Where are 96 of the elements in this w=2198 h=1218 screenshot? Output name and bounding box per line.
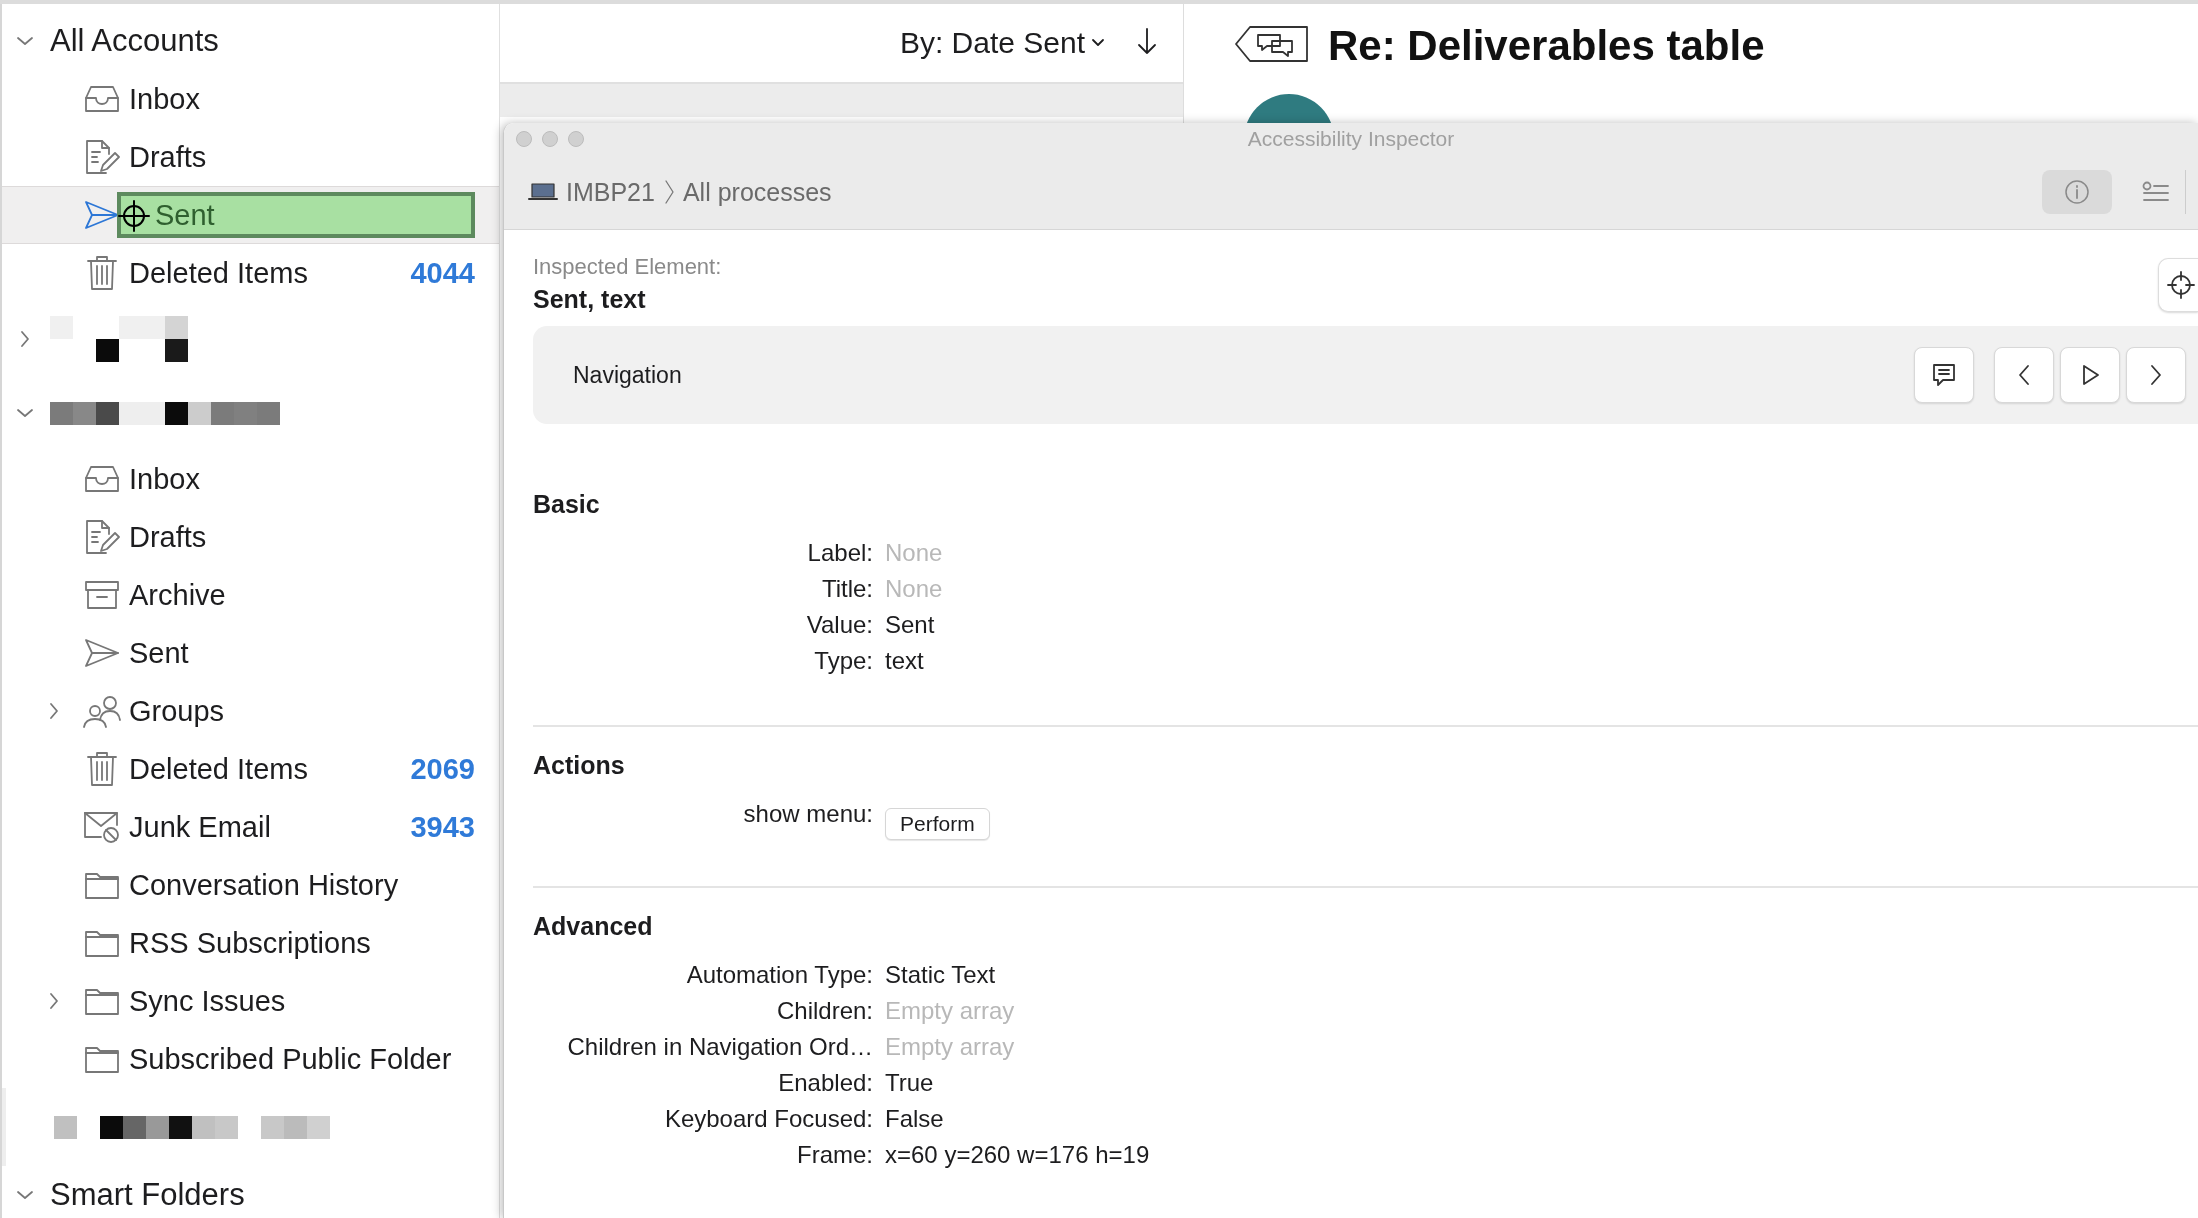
folder-label: Drafts xyxy=(129,140,208,174)
folder-row[interactable]: Conversation History xyxy=(2,856,499,914)
property-label: Children in Navigation Ord… xyxy=(566,1032,873,1062)
inbox-icon xyxy=(84,464,120,494)
property-value: None xyxy=(885,538,943,568)
folder-row[interactable]: Drafts xyxy=(2,508,499,566)
property-label: Enabled: xyxy=(777,1068,873,1098)
folder-icon xyxy=(84,928,120,958)
unread-count: 4044 xyxy=(410,256,475,290)
folder-row[interactable]: Inbox xyxy=(2,70,499,128)
property-value: False xyxy=(885,1104,945,1134)
breadcrumb-item[interactable]: IMBP21 xyxy=(566,177,655,207)
speak-button[interactable] xyxy=(1914,347,1974,403)
crosshair-cursor-icon xyxy=(117,199,151,233)
activate-button[interactable] xyxy=(2060,347,2120,403)
property-value: True xyxy=(885,1068,935,1098)
document-pencil-icon xyxy=(84,519,120,555)
trash-icon xyxy=(86,751,118,787)
caption: Inspected Element: xyxy=(533,253,722,281)
property-value: Empty array xyxy=(885,1032,1016,1062)
paper-plane-icon xyxy=(84,638,120,668)
list-settings-icon xyxy=(2141,181,2170,203)
property-value: Static Text xyxy=(885,960,997,990)
property-label: Type: xyxy=(813,646,873,676)
folder-row[interactable]: Sent xyxy=(2,186,499,244)
account-name[interactable]: All Accounts xyxy=(50,23,219,59)
folder-label: Deleted Items xyxy=(129,752,309,786)
property-value: x=60 y=260 w=176 h=19 xyxy=(885,1140,1150,1170)
folder-row[interactable]: Drafts xyxy=(2,128,499,186)
property-label: Frame: xyxy=(796,1140,873,1170)
property-value: Empty array xyxy=(885,996,1016,1026)
section-title: Actions xyxy=(533,751,626,780)
crosshair-icon xyxy=(2167,271,2195,299)
property-label: Value: xyxy=(805,610,873,640)
property-value: None xyxy=(885,574,943,604)
document-pencil-icon xyxy=(84,139,120,175)
envelope-blocked-icon xyxy=(83,811,121,843)
property-label: Children: xyxy=(775,996,873,1026)
folder-label: Deleted Items xyxy=(129,256,309,290)
folder-label: Inbox xyxy=(129,462,201,496)
laptop-icon xyxy=(528,182,558,202)
navigation-label: Navigation xyxy=(573,361,682,389)
folder-label: Junk Email xyxy=(129,810,272,844)
people-icon xyxy=(82,694,122,728)
section-title: Advanced xyxy=(533,912,654,941)
target-button[interactable] xyxy=(2158,258,2198,312)
folder-row[interactable]: Junk Email 3943 xyxy=(2,798,499,856)
property-label: Label: xyxy=(806,538,873,568)
folder-label: Inbox xyxy=(129,82,201,116)
section-title: Basic xyxy=(533,490,601,519)
folder-icon xyxy=(84,986,120,1016)
inspection-highlight: Sent xyxy=(117,192,475,238)
property-label: Title: xyxy=(820,574,873,604)
speech-bubble-icon xyxy=(1931,362,1957,388)
info-button[interactable] xyxy=(2042,170,2112,214)
folder-label: Conversation History xyxy=(129,868,400,902)
perform-button[interactable]: Perform xyxy=(885,808,990,840)
folder-icon xyxy=(84,870,120,900)
message-subject: Re: Deliverables table xyxy=(1328,22,1765,70)
sort-descending-icon[interactable] xyxy=(1135,26,1159,56)
folder-label: Archive xyxy=(129,578,227,612)
chevron-down-icon xyxy=(1091,38,1105,48)
folder-label: Subscribed Public Folder xyxy=(129,1042,453,1076)
breadcrumb-item[interactable]: All processes xyxy=(682,177,832,207)
unread-count: 3943 xyxy=(410,810,475,844)
folder-label: RSS Subscriptions xyxy=(129,926,372,960)
folder-label: Groups xyxy=(129,694,226,728)
inbox-icon xyxy=(84,84,120,114)
folder-row[interactable]: Subscribed Public Folder xyxy=(2,1030,499,1088)
folder-row[interactable]: Deleted Items 2069 xyxy=(2,740,499,798)
paper-plane-icon xyxy=(84,200,120,230)
folder-row[interactable]: Inbox xyxy=(2,450,499,508)
property-label: Keyboard Focused: xyxy=(663,1104,873,1134)
folder-label: Drafts xyxy=(129,520,208,554)
unread-count: 2069 xyxy=(410,752,475,786)
folder-row[interactable]: Sync Issues xyxy=(2,972,499,1030)
window-title: Accessibility Inspector xyxy=(1247,127,1455,151)
folder-row[interactable]: Sent xyxy=(2,624,499,682)
folder-row[interactable]: Deleted Items 4044 xyxy=(2,244,499,302)
folder-row[interactable]: Groups xyxy=(2,682,499,740)
element-description: Sent, text xyxy=(533,284,647,315)
folder-label: Sync Issues xyxy=(129,984,287,1018)
property-value: Sent xyxy=(885,610,936,640)
folder-row[interactable]: RSS Subscriptions xyxy=(2,914,499,972)
trash-icon xyxy=(86,255,118,291)
folder-label: Sent xyxy=(129,636,190,670)
sort-menu[interactable]: By: Date Sent xyxy=(899,26,1105,60)
archive-box-icon xyxy=(84,580,120,610)
folder-icon xyxy=(84,1044,120,1074)
property-label: show menu: xyxy=(742,799,873,829)
property-value: text xyxy=(885,646,925,676)
property-label: Automation Type: xyxy=(685,960,873,990)
conversation-tag-icon xyxy=(1234,24,1310,64)
account-name[interactable]: Smart Folders xyxy=(50,1177,245,1213)
folder-row[interactable]: Archive xyxy=(2,566,499,624)
info-icon xyxy=(2064,179,2090,205)
